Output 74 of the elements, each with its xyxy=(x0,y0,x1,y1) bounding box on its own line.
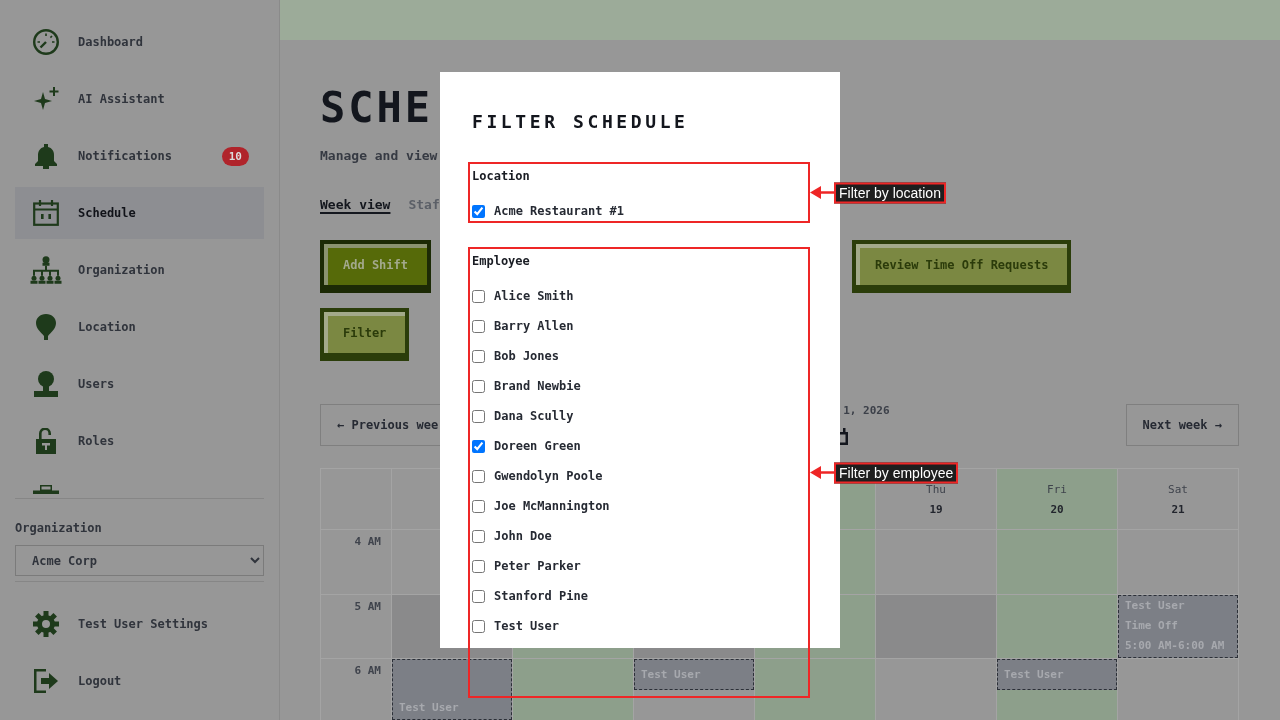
org-chart-icon xyxy=(30,256,62,284)
next-week-button[interactable]: Next week → xyxy=(1125,404,1239,446)
sidebar-item[interactable]: Logout xyxy=(15,655,264,707)
user-icon xyxy=(34,371,58,397)
option-label: Joe McMannington xyxy=(494,499,610,513)
action-button[interactable]: Review Time Off Requests xyxy=(852,240,1072,293)
settings-icon xyxy=(33,611,59,637)
bracket-icon[interactable] xyxy=(840,428,849,445)
date-label: 19 xyxy=(929,502,943,518)
option-label: Test User xyxy=(494,619,560,633)
calendar-icon xyxy=(33,200,59,226)
checkbox[interactable] xyxy=(472,559,485,573)
weekday-label: Fri xyxy=(1047,482,1067,498)
sidebar-item[interactable]: Users xyxy=(15,358,264,410)
sidebar-item[interactable]: Dashboard xyxy=(15,16,264,68)
weekday-label: Sat xyxy=(1168,482,1188,498)
checkbox[interactable] xyxy=(472,319,485,333)
checkbox[interactable] xyxy=(472,439,485,453)
option-label: Gwendolyn Poole xyxy=(494,469,603,483)
date-label: 20 xyxy=(1050,502,1064,518)
option-label: Dana Scully xyxy=(494,409,574,423)
dialog-title: FILTER SCHEDULE xyxy=(472,112,690,132)
option-label: Acme Restaurant #1 xyxy=(494,204,625,218)
option-label: Bob Jones xyxy=(494,349,560,363)
logout-icon xyxy=(34,669,58,693)
sidebar-item[interactable]: Organization xyxy=(15,244,264,296)
gauge-icon xyxy=(33,29,59,55)
organization-select[interactable]: Acme Corp xyxy=(15,545,264,576)
time-label: 4 AM xyxy=(321,530,392,595)
page-subtitle: Manage and view xyxy=(320,147,438,165)
view-tab[interactable]: Staf xyxy=(408,196,440,214)
checkbox[interactable] xyxy=(472,469,485,483)
sidebar-item[interactable]: Location xyxy=(15,301,264,353)
sidebar-item[interactable]: Notifications 10 xyxy=(15,130,264,182)
option-label: Stanford Pine xyxy=(494,589,588,603)
map-pin-icon xyxy=(36,314,56,340)
group-label: Location xyxy=(472,168,530,184)
checkbox[interactable] xyxy=(472,409,485,423)
date-range: 1, 2026 xyxy=(843,404,890,418)
group-label: Employee xyxy=(472,253,530,269)
field-label: Organization xyxy=(15,520,103,536)
bell-icon xyxy=(35,143,57,169)
sparkle-icon xyxy=(33,87,59,111)
padlock-icon xyxy=(36,428,56,454)
option-label: Alice Smith xyxy=(494,289,574,303)
count-badge: 10 xyxy=(221,146,249,166)
date-label: 21 xyxy=(1171,502,1185,518)
checkbox[interactable] xyxy=(472,379,485,393)
weekday-label: Thu xyxy=(926,482,946,498)
checkbox[interactable] xyxy=(472,289,485,303)
annotation-label: Filter by location xyxy=(834,182,946,203)
checkbox[interactable] xyxy=(472,499,485,513)
option-label: John Doe xyxy=(494,529,552,543)
sidebar-item[interactable]: AI Assistant xyxy=(15,73,264,125)
action-button[interactable]: Add Shift xyxy=(320,240,432,293)
sidebar-item[interactable]: Roles xyxy=(15,415,264,467)
sidebar-item[interactable]: Test User Settings xyxy=(15,598,264,650)
briefcase-icon[interactable] xyxy=(33,485,59,494)
arrow-icon xyxy=(810,185,834,200)
checkbox[interactable] xyxy=(472,529,485,543)
view-tab[interactable]: Week view xyxy=(320,196,391,214)
option-label: Barry Allen xyxy=(494,319,574,333)
option-label: Doreen Green xyxy=(494,439,581,453)
option-label: Brand Newbie xyxy=(494,379,581,393)
option-label: Peter Parker xyxy=(494,559,581,573)
checkbox[interactable] xyxy=(472,619,485,633)
checkbox[interactable] xyxy=(472,204,485,218)
checkbox[interactable] xyxy=(472,589,485,603)
checkbox[interactable] xyxy=(472,349,485,363)
sidebar-item[interactable]: Schedule xyxy=(15,187,264,239)
action-button[interactable]: Filter xyxy=(320,308,410,361)
arrow-icon xyxy=(810,465,834,480)
page-title: SCHE xyxy=(320,86,434,130)
annotation-label: Filter by employee xyxy=(834,462,959,483)
